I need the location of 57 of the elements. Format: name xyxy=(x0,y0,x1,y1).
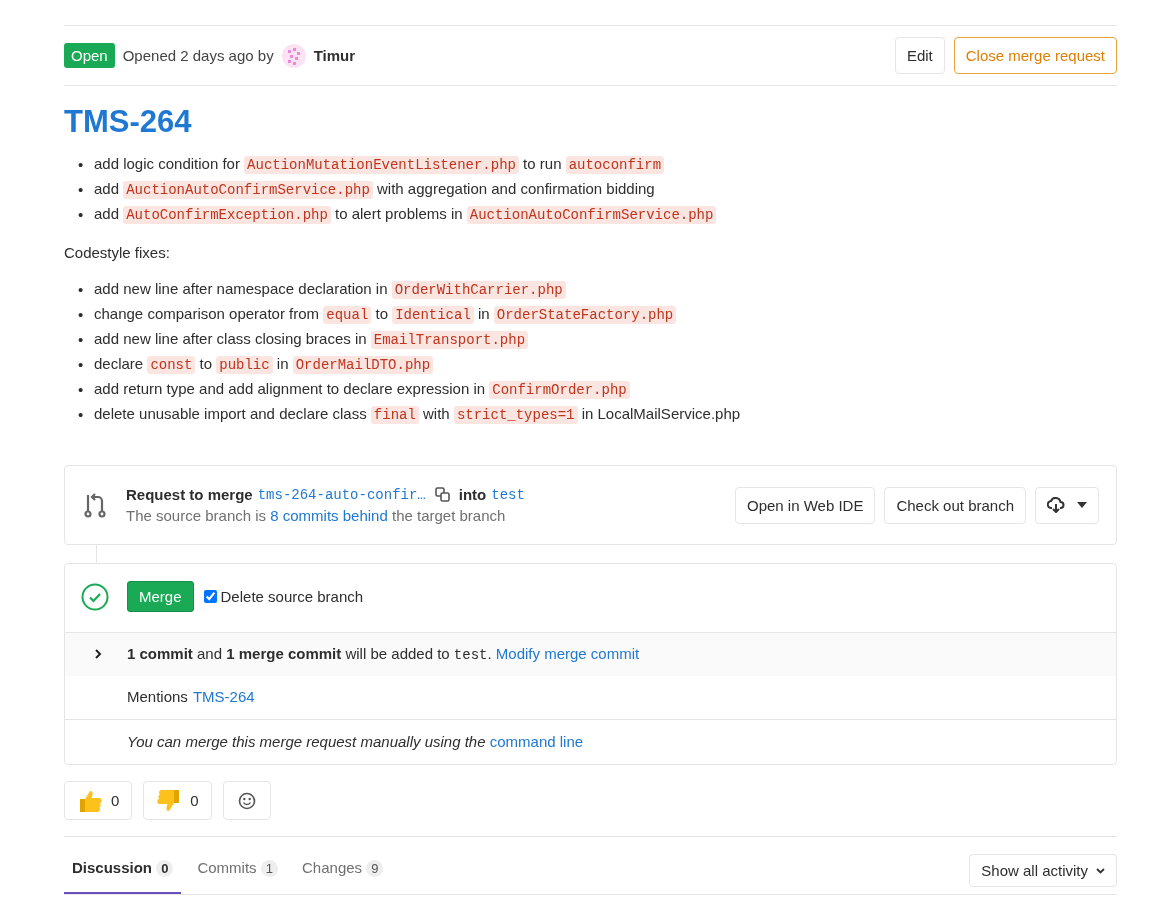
caret-icon xyxy=(1077,502,1087,508)
description-item: add AuctionAutoConfirmService.php with aggregation and confirmation bidding xyxy=(94,179,655,201)
tab[interactable]: Commits 1 xyxy=(189,847,286,894)
mentioned-issue-link[interactable]: TMS-264 xyxy=(192,688,255,705)
cloud-download-icon xyxy=(1047,497,1065,513)
status-badge: Open xyxy=(64,43,115,68)
expand-chevron-icon[interactable] xyxy=(93,649,103,659)
bullet: • xyxy=(78,304,85,325)
description-item: add new line after namespace declaration in OrderWithCarrier.php xyxy=(94,277,566,302)
thumbs-down-button[interactable]: 0 xyxy=(143,781,212,820)
thumbs-up-button[interactable]: 0 xyxy=(64,781,133,820)
bullet: • xyxy=(78,279,85,300)
description-item: add logic condition for AuctionMutationEventListener.php to run autoconfirm xyxy=(94,152,665,177)
commits-behind-link[interactable]: 8 commits behind xyxy=(270,507,388,524)
description-item: add AutoConfirmException.php to alert problems in AuctionAutoConfirmService.php xyxy=(94,202,717,227)
web-ide-button[interactable]: Open in Web IDE xyxy=(734,486,876,524)
tab[interactable]: Changes 9 xyxy=(294,847,392,894)
bullet: • xyxy=(78,379,85,400)
merge-request-icon xyxy=(84,492,106,518)
description-item: change comparison operator from equal to Identical in OrderStateFactory.php xyxy=(94,302,677,327)
checkout-branch-button[interactable]: Check out branch xyxy=(884,486,1026,524)
bullet: • xyxy=(78,329,85,350)
description-item: delete unusable import and declare class final with strict_types=1 in LocalMailService.php xyxy=(94,404,741,426)
chevron-down-icon xyxy=(1096,867,1105,874)
bullet: • xyxy=(78,179,85,200)
author-name[interactable]: Timur xyxy=(313,47,356,64)
mentions-label: Mentions xyxy=(127,688,188,705)
modify-merge-commit-link[interactable]: Modify merge commit xyxy=(495,645,640,662)
delete-source-checkbox[interactable] xyxy=(203,590,217,603)
download-dropdown-button[interactable] xyxy=(1035,486,1099,524)
description-item: add new line after class closing braces in EmailTransport.php xyxy=(94,327,529,352)
manual-merge-text: You can merge this merge request manually using the command line xyxy=(126,732,585,752)
bullet: • xyxy=(78,204,85,225)
opened-text: Opened 2 days ago by xyxy=(122,47,274,64)
branch-status-text: The source branch is 8 commits behind the target branch xyxy=(126,507,507,524)
copy-icon[interactable] xyxy=(434,487,450,502)
description-item: add return type and add alignment to declare expression in ConfirmOrder.php xyxy=(94,377,630,402)
target-branch-link[interactable]: test xyxy=(491,486,525,503)
avatar-icon xyxy=(281,43,306,68)
description-item: declare const to public in OrderMailDTO.php xyxy=(94,352,434,377)
delete-source-label: Delete source branch xyxy=(220,588,364,605)
request-label: Request to merge xyxy=(126,486,253,503)
description-paragraph: Codestyle fixes: xyxy=(64,244,171,261)
commit-summary-text: 1 commit and 1 merge commit will be added to test. Modify merge commit xyxy=(127,645,640,663)
success-check-icon xyxy=(81,582,109,611)
source-branch-link[interactable]: tms-264-auto-confir… xyxy=(257,486,426,503)
tab[interactable]: Discussion 0 xyxy=(64,847,182,894)
bullet: • xyxy=(78,404,85,425)
merge-request-title: TMS-264 xyxy=(64,104,193,140)
activity-filter-dropdown[interactable]: Show all activity xyxy=(969,854,1117,887)
bullet: • xyxy=(78,154,85,175)
command-line-link[interactable]: command line xyxy=(489,733,584,750)
smiley-icon xyxy=(237,791,256,810)
edit-button[interactable]: Edit xyxy=(894,37,945,74)
add-reaction-button[interactable] xyxy=(222,781,271,820)
bullet: • xyxy=(78,354,85,375)
into-label: into xyxy=(458,486,487,503)
